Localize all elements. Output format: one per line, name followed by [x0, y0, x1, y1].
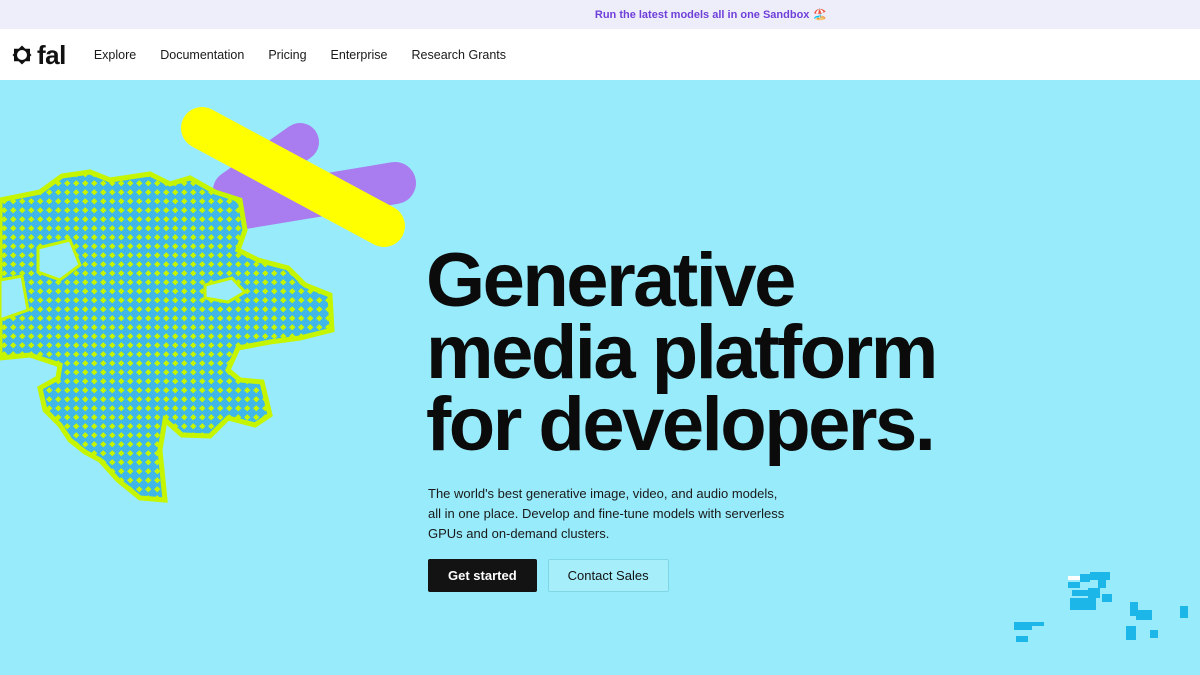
headline-line-2: media platform	[426, 310, 938, 395]
pixel-decoration	[1014, 572, 1188, 642]
announcement-link[interactable]: Run the latest models all in one Sandbox…	[595, 8, 827, 21]
page: Run the latest models all in one Sandbox…	[0, 0, 1200, 675]
nav-item-enterprise[interactable]: Enterprise	[331, 48, 388, 62]
nav-item-research-grants[interactable]: Research Grants	[412, 48, 506, 62]
hero-headline: Generative media platform for developers…	[426, 238, 1046, 467]
nav-item-pricing[interactable]: Pricing	[268, 48, 306, 62]
headline-line-1: Generative	[426, 238, 796, 323]
get-started-button[interactable]: Get started	[428, 559, 537, 592]
headline-line-3: for developers.	[426, 382, 936, 467]
fal-logo[interactable]: fal	[11, 42, 66, 68]
fal-logo-icon	[12, 45, 32, 64]
announcement-bar: Run the latest models all in one Sandbox…	[0, 0, 1200, 29]
hero-illustration	[0, 107, 416, 503]
hero-section: Generative media platform for developers…	[0, 80, 1200, 675]
contact-sales-button[interactable]: Contact Sales	[547, 559, 669, 592]
nav-menu: Explore Documentation Pricing Enterprise…	[94, 48, 530, 62]
hero-cta-group: Get started Contact Sales	[428, 559, 669, 592]
nav-item-documentation[interactable]: Documentation	[160, 48, 244, 62]
announcement-text: Run the latest models all in one Sandbox	[594, 9, 810, 21]
beach-umbrella-icon: 🏖️	[813, 9, 828, 21]
top-navigation: fal Explore Documentation Pricing Enterp…	[0, 29, 1200, 80]
hero-subtext: The world's best generative image, video…	[428, 486, 785, 541]
nav-item-explore[interactable]: Explore	[94, 48, 136, 62]
logo-text: fal	[37, 39, 66, 70]
